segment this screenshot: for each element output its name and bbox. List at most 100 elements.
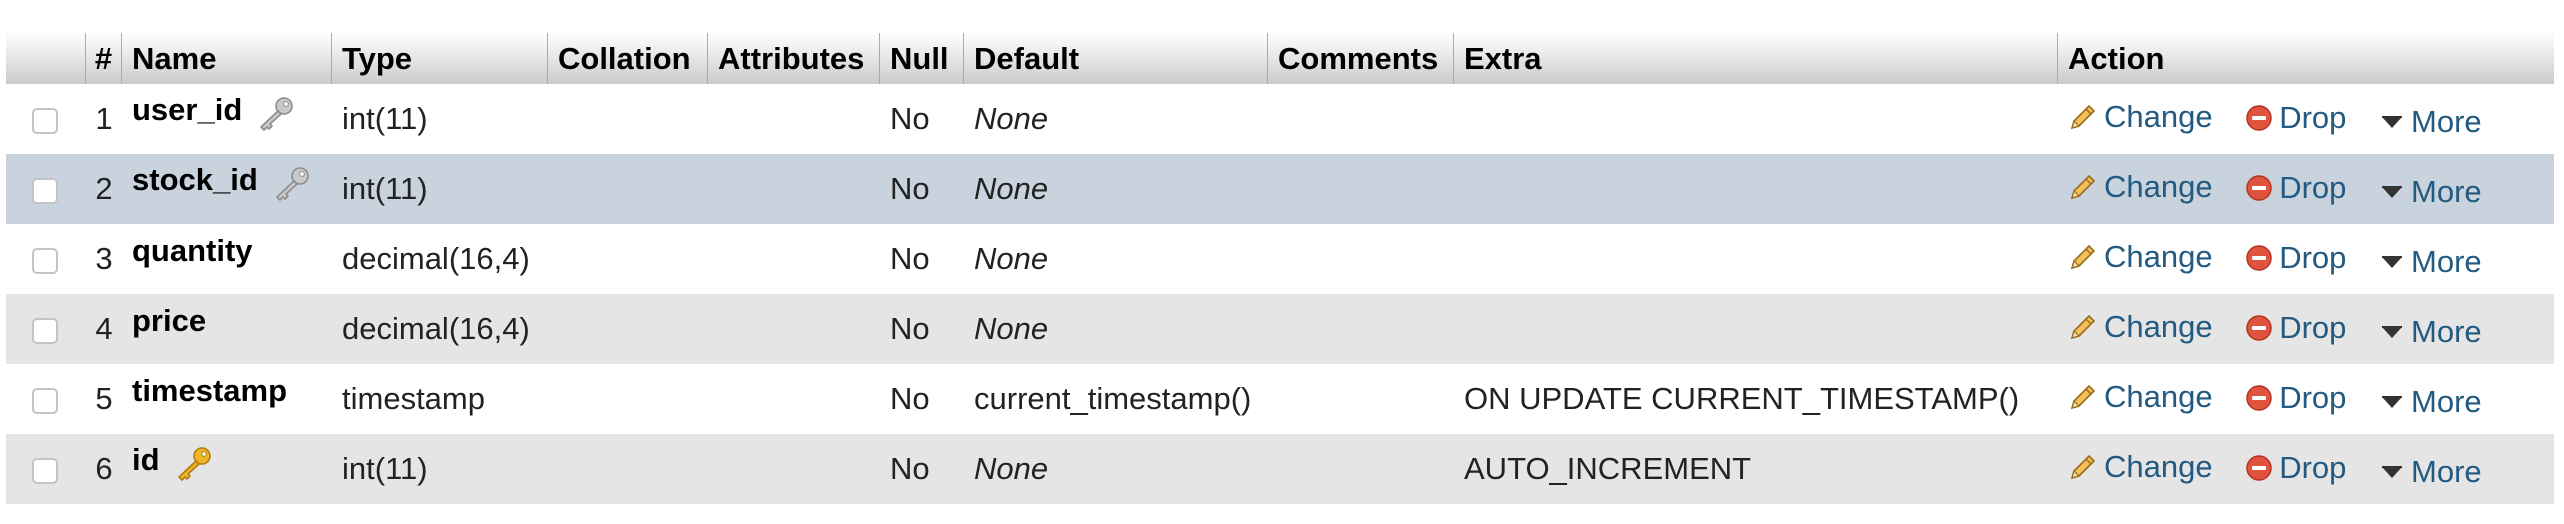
column-default: current_timestamp() [964, 364, 1268, 434]
pencil-icon [2070, 104, 2096, 129]
table-row[interactable]: 6 id int(11) No None AUTO_INCREMENT Chan… [6, 434, 2554, 504]
column-comments [1268, 294, 1454, 364]
column-attributes [708, 294, 880, 364]
row-select-cell [6, 84, 86, 154]
change-link[interactable]: Change [2058, 449, 2213, 485]
more-link[interactable]: More [2379, 384, 2482, 420]
column-collation [548, 294, 708, 364]
pencil-icon [2070, 314, 2096, 339]
column-attributes [708, 154, 880, 224]
triangle-down-icon [2382, 325, 2403, 338]
row-select-checkbox[interactable] [32, 177, 58, 204]
more-label: More [2411, 103, 2482, 139]
triangle-down-icon [2382, 255, 2403, 268]
action-cell: Change Drop More [2058, 364, 2554, 434]
triangle-down-icon [2382, 395, 2403, 408]
row-select-cell [6, 364, 86, 434]
column-collation [548, 224, 708, 294]
header-comments[interactable]: Comments [1268, 33, 1454, 84]
triangle-down-icon [2382, 185, 2403, 198]
column-extra [1454, 294, 2058, 364]
row-select-checkbox[interactable] [32, 317, 58, 344]
structure-view: # Name Type Collation Attributes Null De… [0, 0, 2564, 524]
more-link[interactable]: More [2379, 454, 2482, 490]
table-row[interactable]: 2 stock_id int(11) No None Change Drop M… [6, 154, 2554, 224]
more-label: More [2411, 243, 2482, 279]
more-link[interactable]: More [2379, 314, 2482, 350]
header-attributes[interactable]: Attributes [708, 33, 880, 84]
header-default[interactable]: Default [964, 33, 1268, 84]
table-row[interactable]: 5 timestamp timestamp No current_timesta… [6, 364, 2554, 434]
row-select-checkbox[interactable] [32, 107, 58, 134]
change-link[interactable]: Change [2058, 169, 2213, 205]
header-type[interactable]: Type [332, 33, 548, 84]
column-collation [548, 84, 708, 154]
change-link[interactable]: Change [2058, 379, 2213, 415]
row-number: 4 [86, 294, 122, 364]
action-cell: Change Drop More [2058, 434, 2554, 504]
drop-label: Drop [2279, 99, 2347, 135]
row-select-checkbox[interactable] [32, 247, 58, 274]
header-null[interactable]: Null [880, 33, 964, 84]
header-row: # Name Type Collation Attributes Null De… [6, 33, 2554, 84]
column-name: user_id [132, 92, 243, 128]
drop-link[interactable]: Drop [2245, 240, 2346, 276]
row-select-cell [6, 294, 86, 364]
column-type: int(11) [332, 434, 548, 504]
table-row[interactable]: 1 user_id int(11) No None Change Drop Mo… [6, 84, 2554, 154]
column-extra: ON UPDATE CURRENT_TIMESTAMP() [1454, 364, 2058, 434]
drop-label: Drop [2279, 449, 2347, 485]
more-link[interactable]: More [2379, 244, 2482, 280]
more-link[interactable]: More [2379, 104, 2482, 140]
header-action: Action [2058, 33, 2554, 84]
column-null: No [880, 154, 964, 224]
drop-link[interactable]: Drop [2245, 450, 2346, 486]
column-null: No [880, 294, 964, 364]
drop-label: Drop [2279, 239, 2347, 275]
column-name-cell: user_id [122, 84, 332, 154]
change-link[interactable]: Change [2058, 99, 2213, 135]
row-number: 6 [86, 434, 122, 504]
change-link[interactable]: Change [2058, 309, 2213, 345]
column-collation [548, 364, 708, 434]
pencil-icon [2070, 174, 2096, 199]
drop-link[interactable]: Drop [2245, 170, 2346, 206]
change-label: Change [2104, 98, 2213, 134]
header-collation[interactable]: Collation [548, 33, 708, 84]
more-label: More [2411, 453, 2482, 489]
change-link[interactable]: Change [2058, 239, 2213, 275]
header-name[interactable]: Name [122, 33, 332, 84]
drop-icon [2246, 314, 2272, 341]
more-link[interactable]: More [2379, 174, 2482, 210]
drop-link[interactable]: Drop [2245, 310, 2346, 346]
action-cell: Change Drop More [2058, 224, 2554, 294]
header-extra[interactable]: Extra [1454, 33, 2058, 84]
column-comments [1268, 434, 1454, 504]
column-default: None [964, 294, 1268, 364]
table-row[interactable]: 3 quantity decimal(16,4) No None Change [6, 224, 2554, 294]
table-row[interactable]: 4 price decimal(16,4) No None Change Dro… [6, 294, 2554, 364]
column-extra: AUTO_INCREMENT [1454, 434, 2058, 504]
column-type: timestamp [332, 364, 548, 434]
action-cell: Change Drop More [2058, 294, 2554, 364]
column-collation [548, 154, 708, 224]
header-num[interactable]: # [86, 33, 122, 84]
drop-link[interactable]: Drop [2245, 380, 2346, 416]
column-name-cell: quantity [122, 224, 332, 294]
more-label: More [2411, 383, 2482, 419]
column-type: decimal(16,4) [332, 294, 548, 364]
drop-link[interactable]: Drop [2245, 100, 2346, 136]
column-default: None [964, 224, 1268, 294]
column-comments [1268, 84, 1454, 154]
column-name-cell: stock_id [122, 154, 332, 224]
row-select-checkbox[interactable] [32, 387, 58, 414]
drop-label: Drop [2279, 169, 2347, 205]
row-number: 1 [86, 84, 122, 154]
change-label: Change [2104, 168, 2213, 204]
column-null: No [880, 84, 964, 154]
action-cell: Change Drop More [2058, 84, 2554, 154]
grey-key-icon [275, 167, 309, 201]
column-extra [1454, 224, 2058, 294]
column-name: price [132, 303, 207, 338]
row-select-checkbox[interactable] [32, 457, 58, 484]
